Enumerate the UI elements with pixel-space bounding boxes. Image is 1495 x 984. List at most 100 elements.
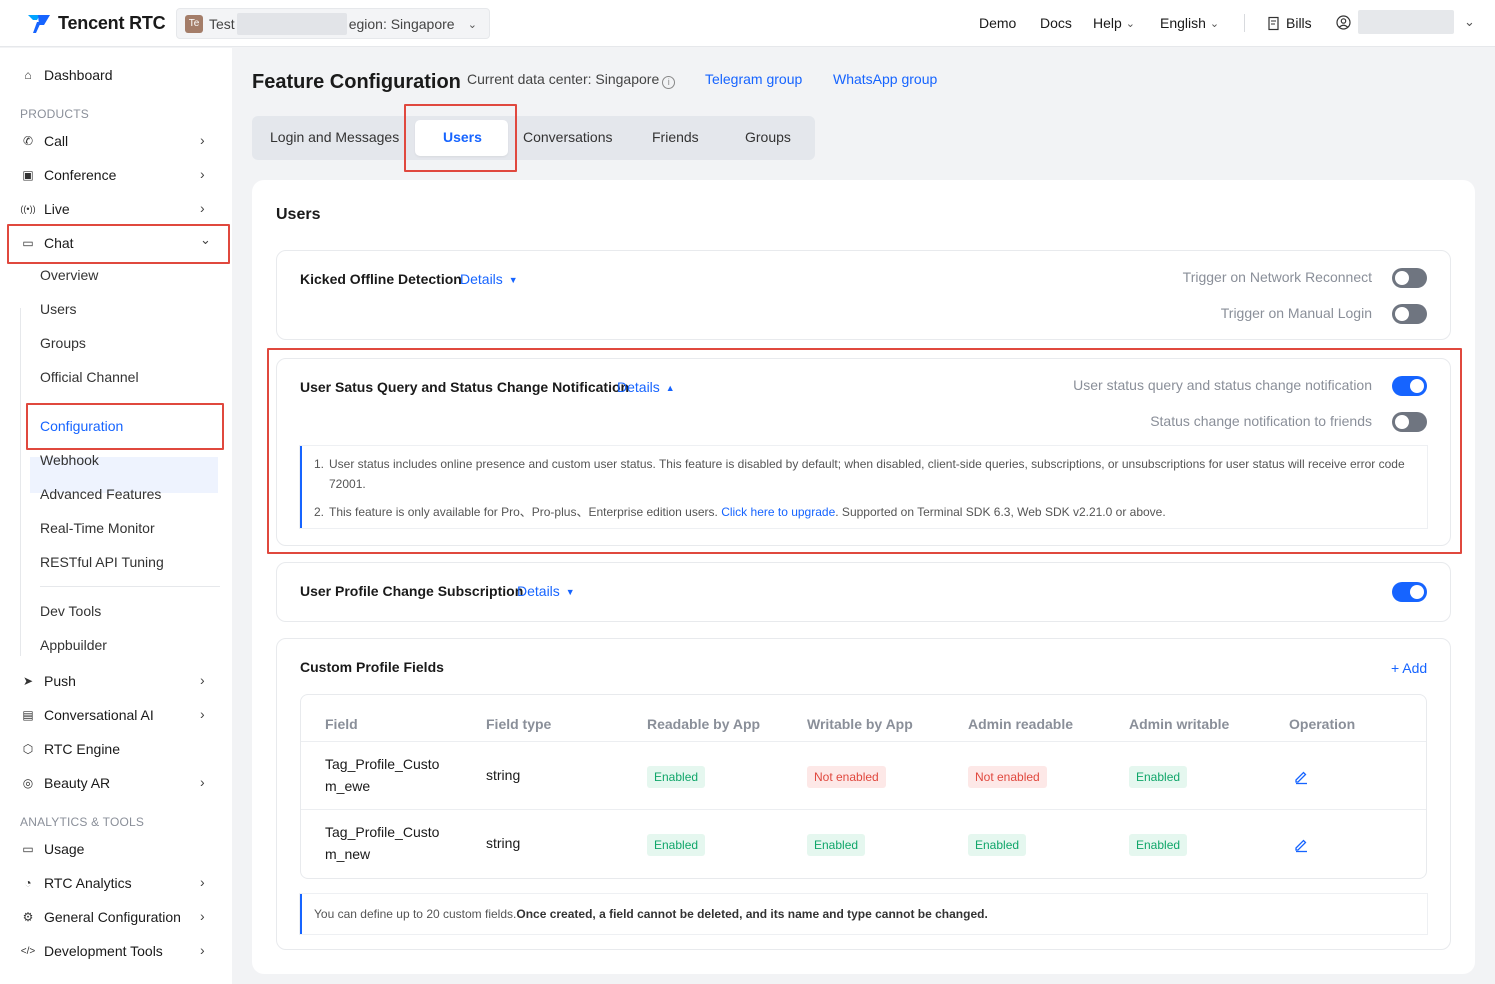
caret-down-icon: ▼ — [508, 275, 518, 285]
sidebar-item-label: General Configuration — [44, 909, 181, 925]
sidebar-subitem-dev-tools[interactable]: Dev Tools — [40, 603, 101, 619]
kicked-offline-title: Kicked Offline Detection — [300, 271, 462, 287]
beauty-icon: ◎ — [22, 776, 34, 790]
sidebar-item-label: Call — [44, 133, 69, 149]
whatsapp-group-link[interactable]: WhatsApp group — [833, 71, 937, 87]
data-center-text: Current data center: Singapore — [467, 71, 660, 87]
field-name-line: m_ewe — [325, 778, 371, 794]
feature-tabs: Login and Messages Users Conversations F… — [252, 116, 815, 160]
sidebar-item-label: Beauty AR — [44, 775, 111, 791]
sidebar-item-label: Live — [44, 201, 70, 217]
sidebar-subitem-restful-api-tuning[interactable]: RESTful API Tuning — [40, 554, 164, 570]
chevron-right-icon: › — [200, 874, 205, 890]
sidebar-subitem-users[interactable]: Users — [40, 301, 77, 317]
section-title: Users — [276, 206, 321, 223]
edit-icon[interactable] — [1293, 769, 1309, 785]
sidebar-item-label: Usage — [44, 841, 85, 857]
tab-login-and-messages[interactable]: Login and Messages — [270, 129, 399, 145]
bill-icon — [1268, 16, 1279, 30]
sidebar-item-label: RTC Engine — [44, 741, 121, 757]
sidebar-item-conference[interactable]: ▣ Conference — [20, 165, 116, 185]
sidebar-subitem-official-channel[interactable]: Official Channel — [40, 369, 139, 385]
sidebar-item-beauty-ar[interactable]: ◎ Beauty AR — [20, 773, 110, 793]
status-badge: Not enabled — [968, 766, 1047, 788]
tab-conversations[interactable]: Conversations — [523, 129, 613, 145]
panel-kicked-offline — [276, 250, 1451, 340]
chevron-right-icon: › — [200, 774, 205, 790]
field-name-line: Tag_Profile_Custo — [325, 756, 440, 772]
account-chevron-down-icon[interactable]: ⌄ — [1464, 14, 1475, 30]
app-selector[interactable]: Te Test egion: Singapore ⌄ — [176, 8, 490, 39]
trigger-network-reconnect-label: Trigger on Network Reconnect — [1182, 269, 1372, 285]
sidebar-item-rtc-engine[interactable]: ⬡ RTC Engine — [20, 739, 120, 759]
column-header-field-type: Field type — [486, 716, 552, 732]
status-badge: Enabled — [1129, 766, 1188, 788]
sidebar-item-call[interactable]: ✆ Call — [20, 131, 68, 151]
divider — [40, 586, 220, 587]
app-avatar: Te — [185, 14, 203, 33]
sidebar-subitem-webhook[interactable]: Webhook — [40, 452, 99, 468]
nav-bills[interactable]: Bills — [1267, 15, 1312, 31]
nav-language[interactable]: English ⌄ — [1160, 15, 1219, 31]
profile-subscription-details-toggle[interactable]: Details ▼ — [517, 583, 575, 599]
tab-friends[interactable]: Friends — [652, 129, 699, 145]
user-icon[interactable] — [1336, 15, 1351, 30]
column-header-readable-by-app: Readable by App — [647, 716, 761, 732]
add-field-button[interactable]: + Add — [1391, 660, 1427, 676]
sidebar-subitem-advanced-features[interactable]: Advanced Features — [40, 486, 161, 502]
highlight-box-users-tab — [404, 104, 517, 172]
telegram-group-link[interactable]: Telegram group — [705, 71, 802, 87]
trigger-network-reconnect-toggle[interactable] — [1392, 268, 1427, 288]
sidebar-subitem-groups[interactable]: Groups — [40, 335, 86, 351]
sidebar-item-push[interactable]: ➤ Push — [20, 671, 76, 691]
sidebar-item-conversational-ai[interactable]: ▤ Conversational AI — [20, 705, 153, 725]
info-icon[interactable]: i — [662, 76, 676, 89]
profile-subscription-title: User Profile Change Subscription — [300, 583, 524, 599]
custom-fields-title: Custom Profile Fields — [300, 659, 444, 675]
kicked-offline-details-toggle[interactable]: Details ▼ — [460, 271, 518, 287]
sidebar-item-label: RTC Analytics — [44, 875, 132, 891]
status-badge: Enabled — [647, 834, 706, 856]
sidebar-section-analytics: ANALYTICS & TOOLS — [20, 815, 145, 829]
nav-language-label: English — [1160, 15, 1206, 31]
field-name-line: Tag_Profile_Custo — [325, 824, 440, 840]
profile-subscription-toggle[interactable] — [1392, 582, 1427, 602]
note-text: You can define up to 20 custom fields. — [314, 907, 517, 921]
ai-icon: ▤ — [22, 708, 34, 722]
sidebar-item-rtc-analytics[interactable]: ◔ RTC Analytics — [20, 873, 132, 893]
nav-help-label: Help — [1093, 15, 1122, 31]
column-header-writable-by-app: Writable by App — [807, 716, 913, 732]
chevron-right-icon: › — [200, 942, 205, 958]
tab-groups[interactable]: Groups — [745, 129, 791, 145]
chevron-right-icon: › — [200, 706, 205, 722]
sidebar-item-label: Push — [44, 673, 76, 689]
nav-demo[interactable]: Demo — [979, 15, 1016, 31]
sidebar-item-live[interactable]: ((•)) Live — [20, 199, 70, 219]
send-icon: ➤ — [22, 674, 34, 688]
status-badge: Enabled — [647, 766, 706, 788]
table-row-1-type: string — [486, 767, 521, 783]
trigger-manual-login-label: Trigger on Manual Login — [1220, 305, 1372, 321]
monitor-icon: ▭ — [22, 842, 34, 856]
nav-help[interactable]: Help ⌄ — [1093, 15, 1135, 31]
conference-icon: ▣ — [22, 168, 34, 182]
sidebar-item-dashboard[interactable]: ⌂ Dashboard — [20, 65, 112, 85]
sidebar-subitem-realtime-monitor[interactable]: Real-Time Monitor — [40, 520, 155, 536]
status-badge: Enabled — [968, 834, 1027, 856]
sidebar-item-usage[interactable]: ▭ Usage — [20, 839, 84, 859]
divider — [1244, 14, 1245, 32]
sidebar-subitem-appbuilder[interactable]: Appbuilder — [40, 637, 107, 653]
nav-docs[interactable]: Docs — [1040, 15, 1072, 31]
row-divider — [301, 741, 1426, 742]
brand-logo[interactable]: Tencent RTC — [26, 11, 166, 35]
trigger-manual-login-toggle[interactable] — [1392, 304, 1427, 324]
code-icon: </> — [20, 945, 36, 957]
sidebar-subitem-overview[interactable]: Overview — [40, 267, 98, 283]
custom-fields-note: You can define up to 20 custom fields.On… — [300, 894, 1427, 934]
edit-icon[interactable] — [1293, 837, 1309, 853]
sidebar-item-general-configuration[interactable]: ⚙ General Configuration — [20, 907, 181, 927]
data-center-label: Current data center: Singapore i — [467, 71, 676, 89]
submenu-guide-line — [20, 308, 21, 656]
sidebar-item-development-tools[interactable]: </> Development Tools — [20, 941, 163, 961]
column-header-admin-readable: Admin readable — [968, 716, 1074, 732]
